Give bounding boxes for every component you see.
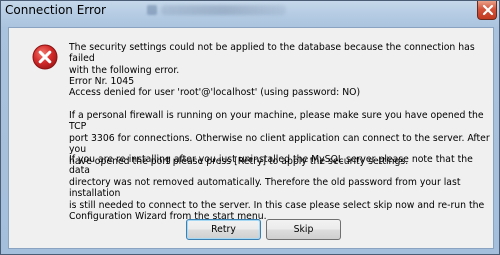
dialog-window: Connection Error The security settings c… [0, 0, 500, 255]
message-reinstall: If you are re-installing after you just … [69, 154, 485, 223]
window-title: Connection Error [5, 3, 106, 17]
retry-button[interactable]: Retry [186, 219, 261, 240]
blurred-background-title [161, 5, 286, 15]
message-error-code: Error Nr. 1045 Access denied for user 'r… [69, 76, 361, 99]
skip-button[interactable]: Skip [266, 219, 341, 240]
dialog-body: The security settings could not be appli… [8, 27, 494, 249]
error-icon [32, 44, 58, 70]
close-icon [482, 4, 494, 16]
title-bar[interactable]: Connection Error [1, 1, 499, 27]
close-button[interactable] [477, 1, 497, 20]
blurred-app-icon [147, 5, 157, 15]
message-intro: The security settings could not be appli… [69, 42, 475, 76]
